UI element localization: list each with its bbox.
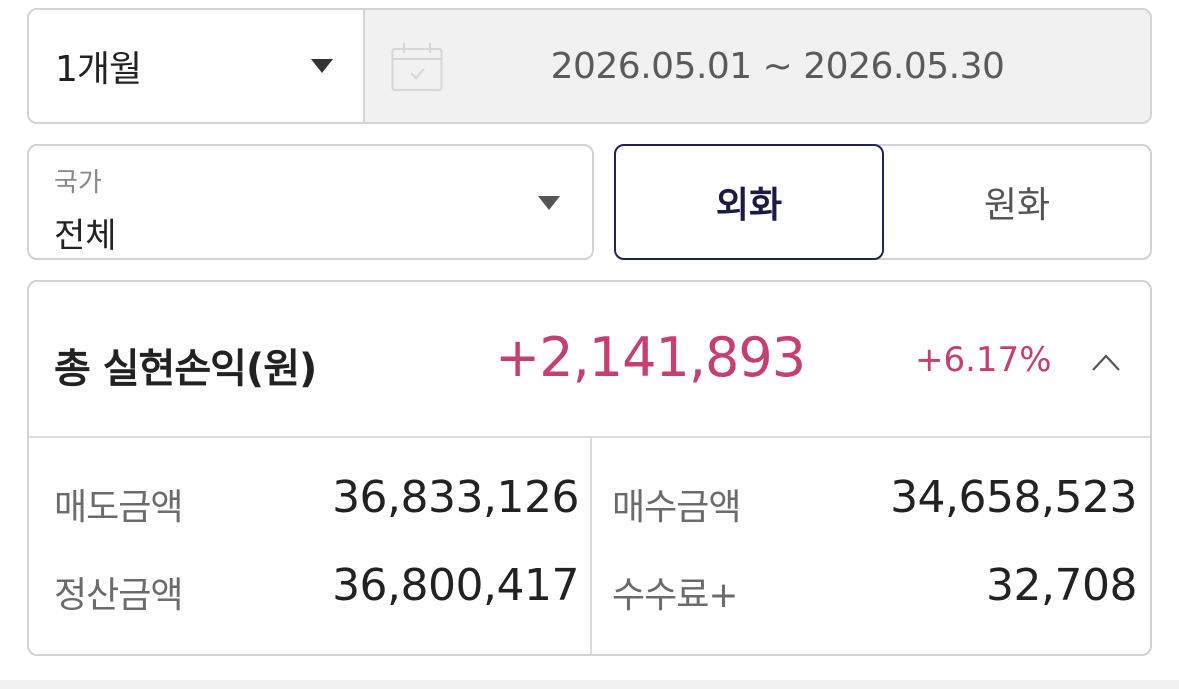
sell-amount-label: 매도금액	[54, 487, 183, 528]
period-date-bar: 1개월 2026.05.01 ~ 2026.05.30	[27, 8, 1152, 124]
currency-foreign-button[interactable]: 외화	[614, 144, 884, 260]
caret-down-icon	[311, 59, 333, 73]
period-dropdown[interactable]: 1개월	[29, 10, 365, 122]
pnl-rate: +6.17%	[915, 340, 1052, 380]
country-value: 전체	[54, 216, 117, 256]
currency-toggle: 외화 원화	[614, 144, 1152, 260]
card-header: 총 실현손익(원) +2,141,893 +6.17%	[29, 282, 1150, 438]
pnl-detail-grid: 매도금액 36,833,126 매수금액 34,658,523 정산금액 36,…	[29, 438, 1150, 654]
country-dropdown[interactable]: 국가 전체	[27, 144, 594, 260]
date-range-picker[interactable]: 2026.05.01 ~ 2026.05.30	[365, 10, 1150, 122]
realized-pnl-card: 총 실현손익(원) +2,141,893 +6.17% 매도금액 36,833,…	[27, 280, 1152, 656]
pnl-amount: +2,141,893	[495, 326, 806, 389]
pnl-title: 총 실현손익(원)	[54, 346, 317, 392]
currency-krw-button[interactable]: 원화	[884, 146, 1150, 258]
caret-down-icon	[538, 196, 560, 210]
bottom-separator	[0, 680, 1179, 689]
sell-amount-value: 36,833,126	[332, 472, 579, 523]
fee-label: 수수료+	[612, 575, 739, 616]
fee-value: 32,708	[986, 560, 1137, 611]
chevron-up-icon[interactable]	[1091, 348, 1121, 378]
country-caption: 국가	[54, 168, 102, 198]
period-label: 1개월	[55, 49, 142, 90]
column-divider	[590, 438, 592, 654]
settlement-amount-value: 36,800,417	[332, 560, 579, 611]
settlement-amount-label: 정산금액	[54, 575, 183, 616]
buy-amount-label: 매수금액	[612, 487, 741, 528]
buy-amount-value: 34,658,523	[890, 472, 1137, 523]
date-range-text: 2026.05.01 ~ 2026.05.30	[550, 45, 1005, 87]
